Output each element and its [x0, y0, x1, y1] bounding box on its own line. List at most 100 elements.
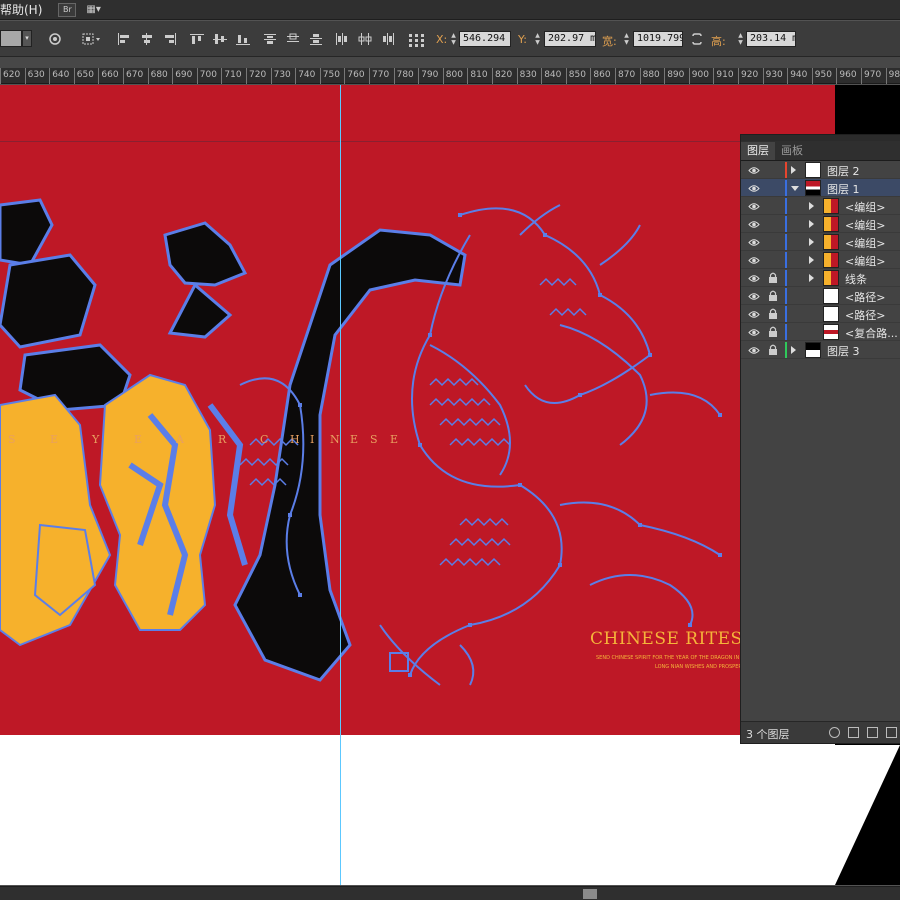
align-bottom-icon[interactable] [236, 33, 250, 45]
lock-icon[interactable] [768, 326, 778, 337]
visibility-eye-icon[interactable] [748, 219, 760, 228]
visibility-eye-icon[interactable] [748, 309, 760, 318]
ruler-tick: 660 [98, 68, 119, 84]
new-layer-icon[interactable] [886, 727, 897, 738]
visibility-eye-icon[interactable] [748, 255, 760, 264]
tab-layers[interactable]: 图层 [741, 142, 775, 160]
expand-triangle-icon[interactable] [809, 220, 814, 228]
align-top-icon[interactable] [190, 33, 204, 45]
calligraphy-yellow-strokes[interactable] [0, 373, 217, 647]
x-spinner-icon[interactable]: ▲ ▼ [449, 32, 458, 46]
recolor-icon[interactable] [48, 33, 62, 45]
reference-point-icon[interactable] [408, 33, 426, 47]
visibility-eye-icon[interactable] [748, 183, 760, 192]
collapse-triangle-icon[interactable] [791, 186, 799, 191]
layer-row-group[interactable]: <编组> [741, 215, 900, 233]
y-spinner-icon[interactable]: ▲ ▼ [533, 32, 542, 46]
menu-help[interactable]: 帮助(H) [0, 1, 48, 18]
layer-row-group[interactable]: <编组> [741, 197, 900, 215]
arrange-documents-icon[interactable]: ▦▾ [86, 3, 108, 17]
visibility-eye-icon[interactable] [748, 165, 760, 174]
layer-name[interactable]: 线条 [845, 271, 867, 287]
layer-name[interactable]: 图层 1 [827, 181, 860, 197]
spaced-letter: I [310, 433, 315, 446]
make-clipping-mask-icon[interactable] [848, 727, 859, 738]
tab-artboards[interactable]: 画板 [775, 142, 809, 160]
visibility-eye-icon[interactable] [748, 237, 760, 246]
layer-row-path[interactable]: <路径> [741, 287, 900, 305]
layer-row-path[interactable]: <复合路... [741, 323, 900, 341]
align-right-icon[interactable] [163, 33, 177, 45]
artwork-subtitle-1[interactable]: SEND CHINESE SPIRIT FOR THE YEAR OF THE … [596, 655, 754, 661]
layer-row-group[interactable]: <编组> [741, 251, 900, 269]
layer-row-path[interactable]: <路径> [741, 305, 900, 323]
visibility-eye-icon[interactable] [748, 327, 760, 336]
layer-thumbnail [823, 306, 839, 322]
align-hcenter-icon[interactable] [140, 33, 154, 45]
align-to-dropdown-icon[interactable] [82, 33, 102, 45]
lock-icon[interactable] [768, 308, 778, 319]
visibility-eye-icon[interactable] [748, 201, 760, 210]
horizontal-ruler[interactable]: 620 630 640 650 660 670 680 690 700 710 720 730 740 7… [0, 68, 900, 84]
artboard-lower[interactable] [0, 735, 835, 885]
visibility-eye-icon[interactable] [748, 345, 760, 354]
expand-triangle-icon[interactable] [809, 238, 814, 246]
layer-name[interactable]: <复合路... [845, 325, 898, 341]
distribute-vcenter-icon[interactable] [286, 33, 300, 45]
layer-name[interactable]: <路径> [845, 307, 885, 323]
layer-name[interactable]: <路径> [845, 289, 885, 305]
layer-row-layer[interactable]: 图层 3 [741, 341, 900, 359]
distribute-right-icon[interactable] [381, 33, 395, 45]
ruler-tick-label: 670 [126, 70, 144, 80]
layer-row-layer[interactable]: 图层 2 [741, 161, 900, 179]
expand-triangle-icon[interactable] [809, 256, 814, 264]
x-field[interactable]: 546.294 m [459, 31, 511, 47]
expand-triangle-icon[interactable] [791, 166, 796, 174]
height-spinner-icon[interactable]: ▲ ▼ [736, 32, 745, 46]
swatch-dropdown-icon[interactable]: ▾ [22, 30, 32, 47]
distribute-hcenter-icon[interactable] [358, 33, 372, 45]
layer-row-layer[interactable]: 图层 1 [741, 179, 900, 197]
locate-object-icon[interactable] [829, 727, 840, 738]
width-spinner-icon[interactable]: ▲ ▼ [622, 32, 631, 46]
layer-name[interactable]: <编组> [845, 235, 885, 251]
align-vcenter-icon[interactable] [213, 33, 227, 45]
layer-row-group[interactable]: 线条 [741, 269, 900, 287]
bridge-button-icon[interactable]: Br [58, 2, 77, 17]
layer-name[interactable]: <编组> [845, 217, 885, 233]
ruler-tick-label: 740 [298, 70, 316, 80]
stroke-swatch[interactable] [0, 30, 22, 47]
lock-icon[interactable] [768, 344, 778, 355]
lock-icon[interactable] [768, 290, 778, 301]
layer-name[interactable]: <编组> [845, 199, 885, 215]
ruler-tick: 780 [393, 68, 414, 84]
vertical-guide[interactable] [340, 85, 341, 885]
artwork-subtitle-2[interactable]: LONG NIAN WISHES AND PROSPERITY [655, 664, 749, 670]
expand-triangle-icon[interactable] [809, 274, 814, 282]
ruler-tick-label: 940 [790, 70, 808, 80]
visibility-eye-icon[interactable] [748, 291, 760, 300]
distribute-bottom-icon[interactable] [309, 33, 323, 45]
artwork-title[interactable]: CHINESE RITES [590, 629, 743, 649]
layer-name[interactable]: 图层 3 [827, 343, 860, 359]
ruler-tick-label: 920 [741, 70, 759, 80]
horizontal-scrollbar[interactable] [0, 886, 900, 900]
expand-triangle-icon[interactable] [791, 346, 796, 354]
visibility-eye-icon[interactable] [748, 273, 760, 282]
align-left-icon[interactable] [117, 33, 131, 45]
y-field[interactable]: 202.97 mm [544, 31, 596, 47]
height-field[interactable]: 203.14 mm [746, 31, 796, 47]
layer-name[interactable]: <编组> [845, 253, 885, 269]
layer-row-group[interactable]: <编组> [741, 233, 900, 251]
layer-name[interactable]: 图层 2 [827, 163, 860, 179]
constrain-proportions-icon[interactable] [690, 33, 704, 45]
ruler-tick: 930 [762, 68, 783, 84]
lock-icon[interactable] [768, 272, 778, 283]
width-field[interactable]: 1019.799 [633, 31, 683, 47]
layer-thumbnail [823, 234, 839, 250]
expand-triangle-icon[interactable] [809, 202, 814, 210]
new-sublayer-icon[interactable] [867, 727, 878, 738]
distribute-top-icon[interactable] [263, 33, 277, 45]
scrollbar-thumb[interactable] [583, 889, 597, 899]
distribute-left-icon[interactable] [335, 33, 349, 45]
